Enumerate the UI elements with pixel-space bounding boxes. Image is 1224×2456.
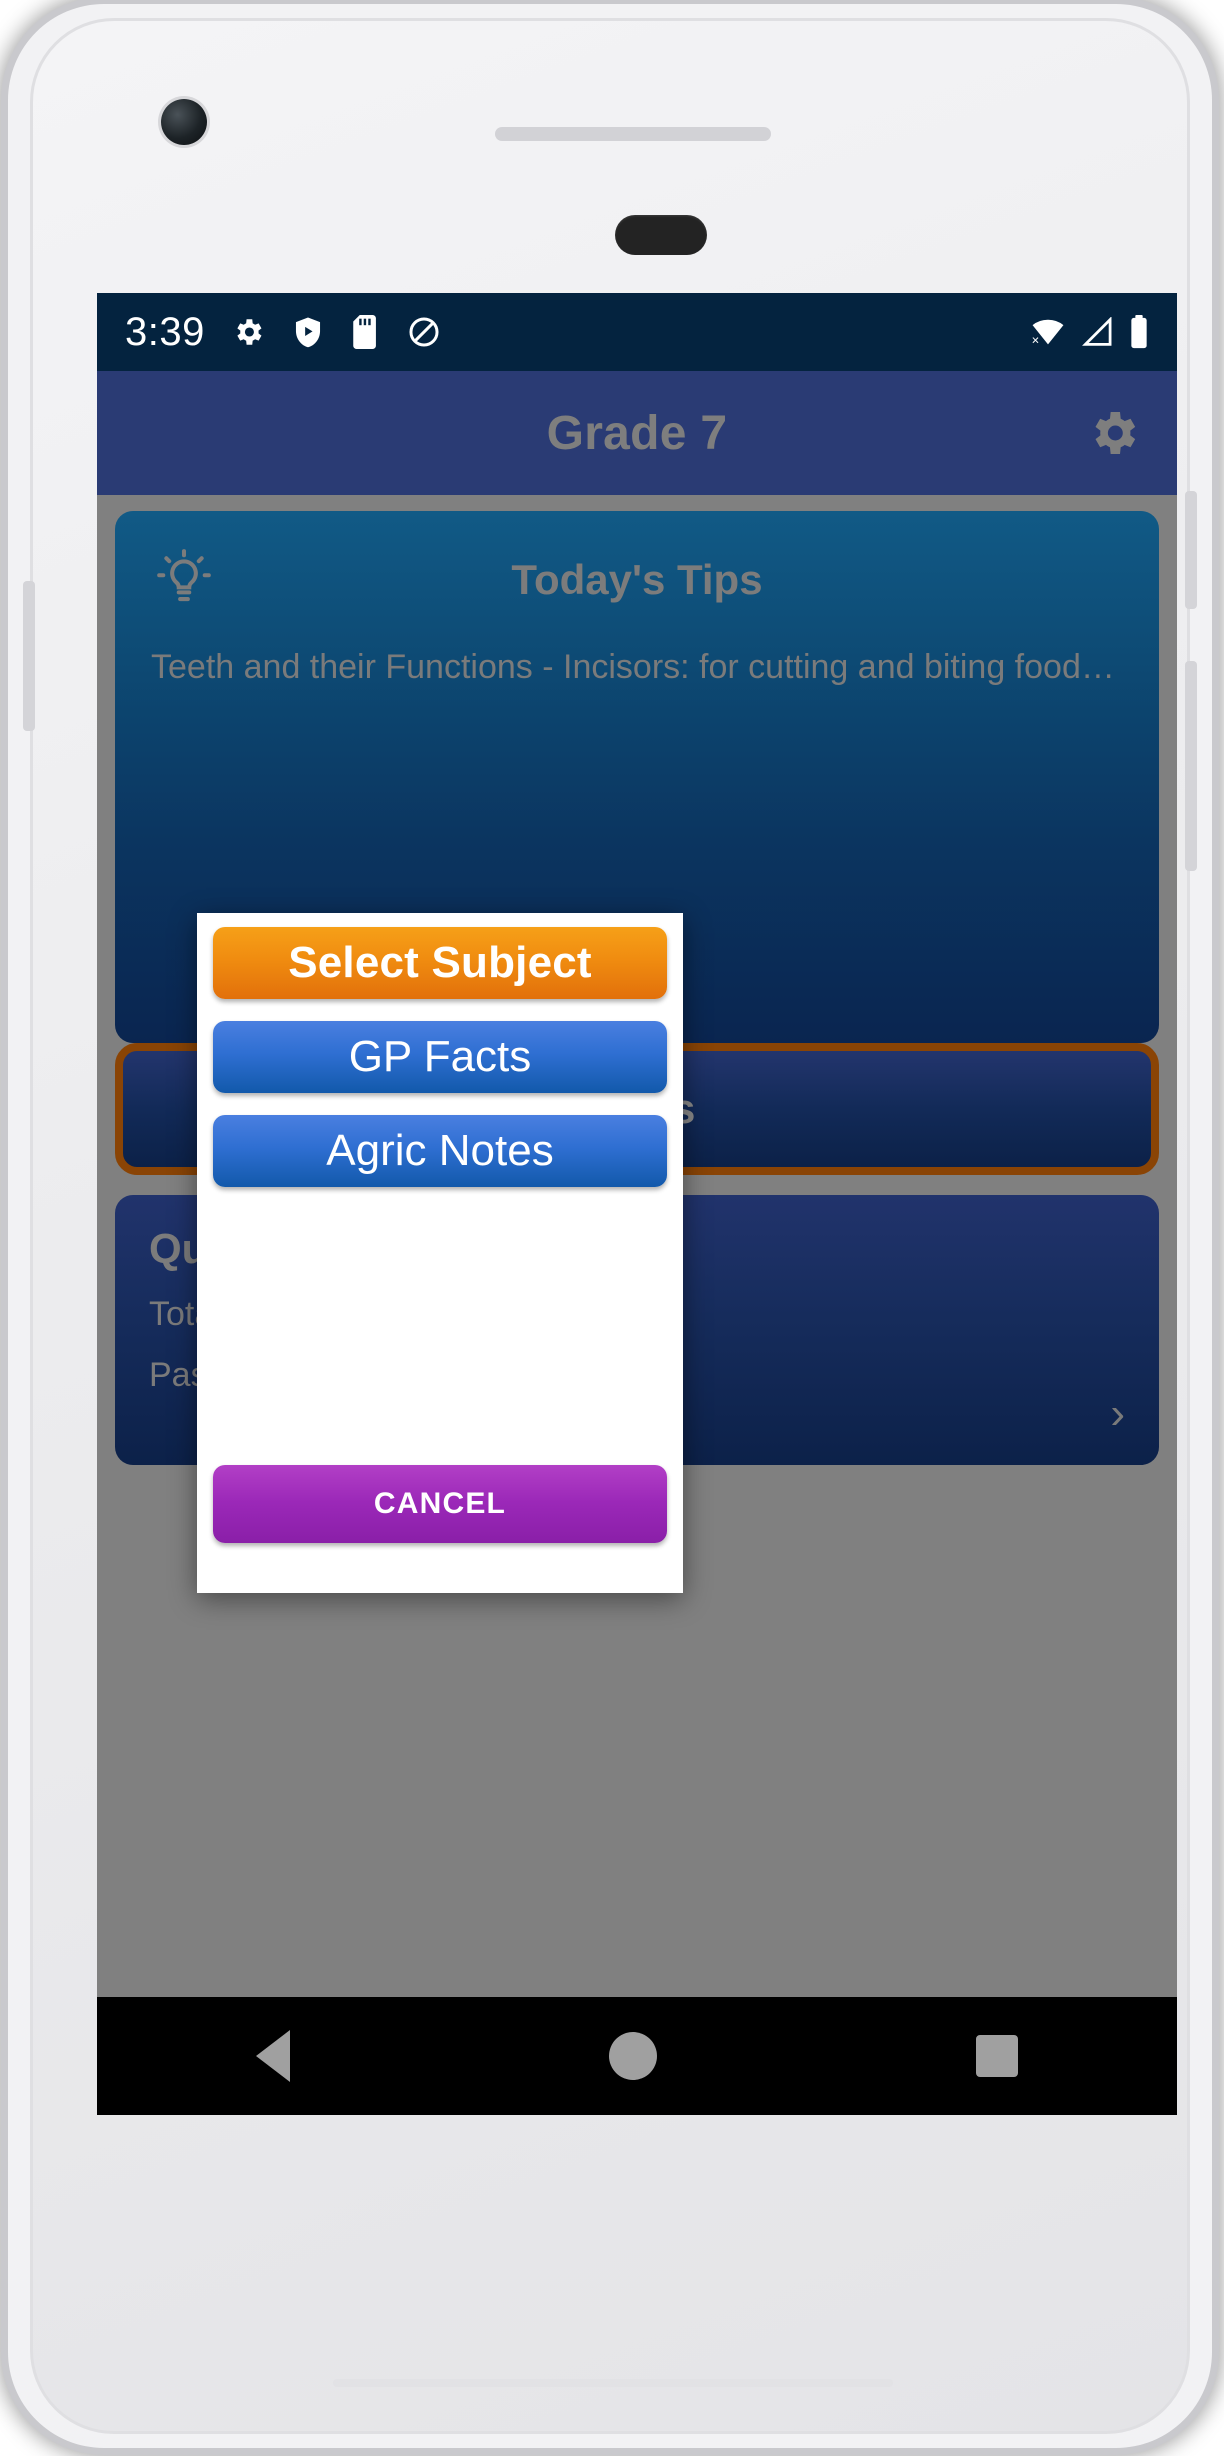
back-triangle-icon[interactable] bbox=[256, 2030, 291, 2082]
earpiece-speaker bbox=[495, 127, 771, 141]
dialog-option-gp-facts[interactable]: GP Facts bbox=[213, 1021, 667, 1093]
tips-header: Today's Tips bbox=[151, 545, 1123, 615]
chevron-right-icon[interactable]: › bbox=[1110, 1389, 1125, 1439]
status-bar-right: × bbox=[1031, 315, 1149, 349]
svg-text:×: × bbox=[1032, 332, 1040, 347]
status-bar-left: 3:39 bbox=[125, 310, 441, 355]
power-button[interactable] bbox=[1185, 491, 1197, 609]
app-bar: Grade 7 bbox=[97, 371, 1177, 495]
dialog-title-button[interactable]: Select Subject bbox=[213, 927, 667, 999]
status-time: 3:39 bbox=[125, 309, 205, 354]
front-camera bbox=[161, 99, 207, 145]
settings-gear-icon[interactable] bbox=[1085, 405, 1141, 461]
battery-icon bbox=[1129, 315, 1149, 349]
phone-frame: 3:39 × Grade 7 Today's Tips Teeth and th… bbox=[8, 4, 1212, 2448]
navigation-bar bbox=[97, 1997, 1177, 2115]
do-not-disturb-icon bbox=[407, 315, 441, 349]
bottom-chin-detail bbox=[333, 2379, 893, 2387]
shield-play-icon bbox=[291, 315, 325, 349]
status-bar: 3:39 × bbox=[97, 293, 1177, 371]
dialog-option-agric-notes[interactable]: Agric Notes bbox=[213, 1115, 667, 1187]
recents-square-icon[interactable] bbox=[975, 2035, 1018, 2077]
tips-body-text: Teeth and their Functions - Incisors: fo… bbox=[151, 648, 1115, 686]
phone-body: 3:39 × Grade 7 Today's Tips Teeth and th… bbox=[23, 18, 1197, 2434]
gear-icon bbox=[231, 315, 265, 349]
wifi-off-icon: × bbox=[1031, 317, 1065, 347]
main-content: Today's Tips Teeth and their Functions -… bbox=[97, 495, 1177, 1997]
volume-button[interactable] bbox=[1185, 661, 1197, 871]
page-title: Grade 7 bbox=[546, 406, 728, 460]
speaker-pill bbox=[615, 215, 707, 255]
signal-icon bbox=[1081, 317, 1113, 347]
cancel-button[interactable]: CANCEL bbox=[213, 1465, 667, 1543]
dialog-spacer bbox=[213, 1187, 667, 1465]
phone-screen: 3:39 × Grade 7 Today's Tips Teeth and th… bbox=[97, 293, 1177, 2115]
left-edge-detail bbox=[23, 581, 35, 731]
tips-title: Today's Tips bbox=[511, 556, 763, 603]
home-circle-icon[interactable] bbox=[608, 2032, 657, 2080]
lightbulb-icon bbox=[155, 549, 213, 611]
sd-card-icon bbox=[351, 315, 381, 349]
select-subject-dialog: Select Subject GP Facts Agric Notes CANC… bbox=[197, 913, 683, 1593]
